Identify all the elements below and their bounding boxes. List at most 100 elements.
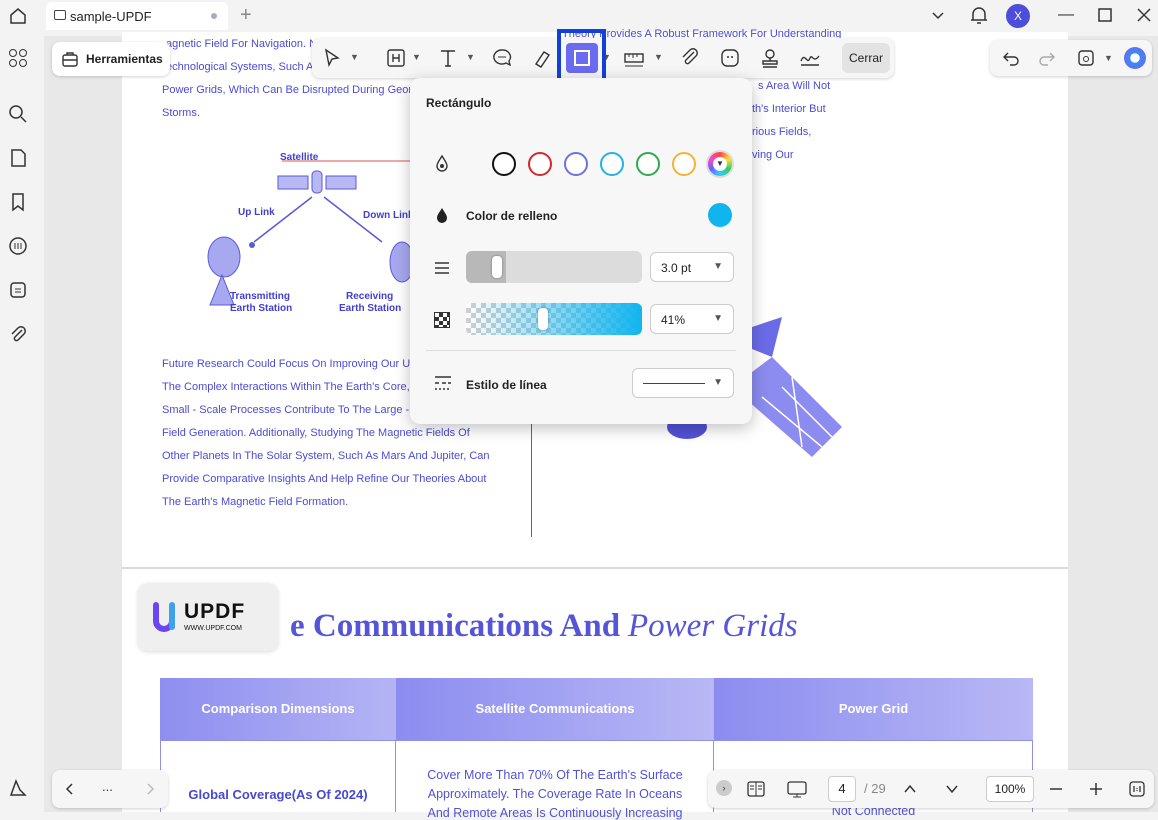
doc-line: Power Grids, Which Can Be Disrupted Duri… — [162, 84, 418, 96]
stroke-color-red[interactable] — [528, 152, 552, 176]
page-number-input[interactable]: 4 — [828, 776, 856, 802]
select-arrow-icon[interactable] — [320, 46, 344, 70]
fit-page-icon[interactable] — [1128, 780, 1146, 798]
opacity-slider[interactable] — [466, 303, 642, 335]
text-icon[interactable] — [436, 46, 460, 70]
column-divider — [531, 424, 532, 537]
minimize-button[interactable]: — — [1054, 4, 1078, 26]
zoom-level[interactable]: 100% — [986, 776, 1034, 802]
updf-logo: UPDF WWW.UPDF.COM — [138, 583, 278, 651]
save-icon[interactable] — [1076, 48, 1096, 68]
tools-label: Herramientas — [86, 52, 163, 66]
stroke-color-blue[interactable] — [600, 152, 624, 176]
page-total: / 29 — [864, 781, 886, 796]
downlink-label: Down Link — [363, 210, 414, 221]
zoom-in-icon[interactable] — [1088, 781, 1104, 797]
table-header: Satellite Communications — [396, 678, 714, 740]
doc-line: Storms. — [162, 107, 200, 119]
right-toolbar: ▼ — [990, 40, 1152, 76]
unsaved-dot — [211, 13, 217, 19]
chevron-down-icon[interactable]: ▼ — [466, 52, 475, 62]
measure-icon[interactable] — [622, 46, 646, 70]
thickness-value: 3.0 pt — [661, 261, 692, 275]
doc-line: Provide Comparative Insights And Help Re… — [162, 473, 487, 485]
chevron-down-icon[interactable]: ▼ — [350, 52, 359, 62]
avatar[interactable]: X — [1006, 4, 1030, 28]
chevron-right-icon[interactable] — [142, 781, 158, 797]
doc-line: Field Generation. Additionally, Studying… — [162, 427, 470, 439]
attachment-icon[interactable] — [8, 324, 28, 344]
chevron-down-icon: ▼ — [713, 313, 723, 324]
chevron-down-icon: ▼ — [713, 261, 723, 272]
popup-title: Rectángulo — [426, 96, 492, 110]
bookmark-icon[interactable] — [8, 192, 28, 212]
thickness-slider-thumb[interactable] — [492, 256, 502, 278]
layers-icon[interactable] — [8, 778, 28, 798]
maximize-button[interactable] — [1097, 7, 1113, 23]
logo-url: WWW.UPDF.COM — [184, 625, 242, 632]
thickness-dropdown[interactable]: 3.0 pt ▼ — [650, 252, 734, 282]
doc-line: th's Interior But — [752, 103, 826, 115]
sticker-icon[interactable] — [718, 46, 742, 70]
eraser-icon[interactable] — [530, 46, 554, 70]
doc-line: s Area Will Not — [758, 80, 831, 92]
tab-title: sample-UPDF — [70, 9, 152, 24]
custom-color-picker[interactable]: ▼ — [706, 150, 734, 178]
page-nav-left: ... — [52, 770, 168, 808]
line-style-dropdown[interactable]: ▼ — [632, 368, 734, 398]
zoom-out-icon[interactable] — [1048, 781, 1064, 797]
chevron-up-icon[interactable] — [902, 781, 918, 797]
doc-line: The Earth's Magnetic Field Formation. — [162, 496, 349, 508]
thickness-slider[interactable] — [466, 251, 642, 283]
fill-color-swatch[interactable] — [708, 203, 732, 227]
receiving-label: Receiving — [346, 291, 394, 302]
chevron-down-icon[interactable]: ▼ — [654, 52, 663, 62]
stroke-color-green[interactable] — [636, 152, 660, 176]
doc-line: rious Fields, — [752, 126, 812, 138]
close-window-button[interactable] — [1136, 7, 1152, 23]
redo-icon[interactable] — [1038, 49, 1056, 67]
highlight-icon[interactable] — [384, 46, 408, 70]
chevron-down-icon[interactable] — [930, 8, 946, 24]
tab-sample-updf[interactable]: sample-UPDF — [46, 2, 228, 30]
stroke-color-purple[interactable] — [564, 152, 588, 176]
new-tab-button[interactable]: + — [240, 4, 252, 27]
page-layout-icon[interactable] — [746, 779, 766, 799]
doc-line: ving Our — [752, 149, 794, 161]
slideshow-icon[interactable] — [786, 779, 808, 799]
ai-assistant-icon[interactable] — [1124, 47, 1146, 69]
collapse-icon[interactable]: › — [716, 780, 732, 796]
doc-line: echnological Systems, Such A — [166, 61, 314, 73]
comment-icon[interactable] — [490, 46, 514, 70]
table-cell: Cover More Than 70% Of The Earth's Surfa… — [427, 768, 683, 782]
opacity-dropdown[interactable]: 41% ▼ — [650, 304, 734, 334]
stamp-icon[interactable] — [758, 46, 782, 70]
stroke-color-yellow[interactable] — [672, 152, 696, 176]
opacity-slider-thumb[interactable] — [538, 308, 548, 330]
chevron-down-icon[interactable]: ▼ — [412, 52, 421, 62]
close-toolbar-button[interactable]: Cerrar — [842, 43, 890, 73]
forms-icon[interactable] — [8, 280, 28, 300]
more-button[interactable]: ... — [102, 779, 113, 794]
left-sidebar — [0, 0, 36, 812]
page-controls: › 4 / 29 100% — [708, 770, 1154, 808]
table-header: Power Grid — [714, 678, 1033, 740]
thumbnails-icon[interactable] — [8, 48, 28, 68]
pages-icon[interactable] — [8, 148, 28, 168]
search-icon[interactable] — [8, 104, 28, 124]
bell-icon[interactable] — [968, 4, 990, 26]
chevron-left-icon[interactable] — [62, 781, 78, 797]
line-style-preview — [643, 383, 705, 384]
rectangle-properties-popup: Rectángulo ▼ Color de relleno 3.0 pt ▼ 41… — [410, 78, 752, 424]
comment-list-icon[interactable] — [8, 236, 28, 256]
signature-icon[interactable] — [798, 46, 822, 70]
attachment-icon[interactable] — [678, 46, 702, 70]
selection-highlight — [557, 29, 606, 85]
table-cell: Approximately. The Coverage Rate In Ocea… — [427, 787, 683, 801]
chevron-down-icon[interactable] — [944, 781, 960, 797]
uplink-label: Up Link — [238, 207, 275, 218]
stroke-color-black[interactable] — [492, 152, 516, 176]
undo-icon[interactable] — [1002, 49, 1020, 67]
tools-button[interactable]: Herramientas — [52, 42, 170, 76]
chevron-down-icon[interactable]: ▼ — [1104, 53, 1113, 63]
